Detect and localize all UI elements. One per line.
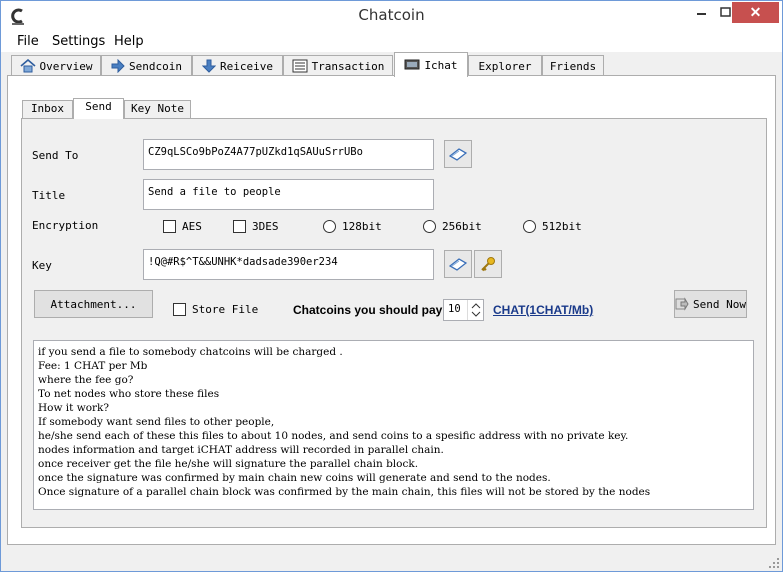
address-book-button[interactable] <box>444 140 472 168</box>
title-label: Title <box>32 189 66 202</box>
note-line: If somebody want send files to other peo… <box>38 416 275 428</box>
tab-friends-label: Friends <box>549 59 597 73</box>
tab-receive-label: Reiceive <box>220 59 273 73</box>
tab-ichat[interactable]: Ichat <box>394 52 468 77</box>
send-now-button[interactable]: Send Now <box>674 290 747 318</box>
512bit-radio[interactable]: 512bit <box>523 220 582 233</box>
menu-settings[interactable]: Settings <box>52 34 105 49</box>
pay-label: Chatcoins you should pay: <box>293 303 447 317</box>
send-to-label: Send To <box>32 149 79 162</box>
subtab-inbox[interactable]: Inbox <box>22 100 73 118</box>
tab-overview[interactable]: Overview <box>11 55 101 76</box>
address-book-icon <box>449 148 467 161</box>
encryption-label: Encryption <box>32 219 99 232</box>
256bit-radio[interactable]: 256bit <box>423 220 482 233</box>
home-icon <box>19 59 36 73</box>
tab-explorer-label: Explorer <box>478 59 532 73</box>
menu-bar: File Settings Help <box>1 32 782 52</box>
tab-explorer[interactable]: Explorer <box>468 55 542 76</box>
tab-transaction[interactable]: Transaction <box>283 55 393 76</box>
tab-sendcoin-label: Sendcoin <box>129 59 182 73</box>
store-file-checkbox-box <box>173 303 186 316</box>
send-to-input[interactable]: CZ9qLSCo9bPoZ4A77pUZkd1qSAUuSrrUBo <box>143 139 434 170</box>
note-line: Once signature of a parallel chain block… <box>38 486 651 498</box>
pay-amount-spinner[interactable]: 10 <box>443 299 484 321</box>
128bit-radio-circle <box>323 220 336 233</box>
store-file-label: Store File <box>192 303 259 316</box>
note-line: How it work? <box>38 402 110 414</box>
menu-help[interactable]: Help <box>114 34 144 49</box>
128bit-label: 128bit <box>342 220 382 233</box>
subtab-key-note[interactable]: Key Note <box>124 100 191 118</box>
512bit-radio-circle <box>523 220 536 233</box>
note-line: Fee: 1 CHAT per Mb <box>38 360 148 372</box>
3des-checkbox[interactable]: 3DES <box>233 220 279 233</box>
note-line: once the signature was confirmed by main… <box>38 472 551 484</box>
128bit-radio[interactable]: 128bit <box>323 220 382 233</box>
512bit-label: 512bit <box>542 220 582 233</box>
minimize-button[interactable] <box>689 2 713 23</box>
note-line: he/she send each of these this files to … <box>38 430 629 442</box>
send-arrow-icon <box>111 59 125 73</box>
address-book-icon <box>449 258 467 271</box>
attachment-button[interactable]: Attachment... <box>34 290 153 318</box>
key-label: Key <box>32 259 52 272</box>
app-window: Chatcoin ✕ File Settings Help Overview S… <box>0 0 783 572</box>
title-input[interactable]: Send a file to people <box>143 179 434 210</box>
subtab-send[interactable]: Send <box>73 98 124 119</box>
tab-friends[interactable]: Friends <box>542 55 604 76</box>
3des-label: 3DES <box>252 220 279 233</box>
send-now-label: Send Now <box>693 297 746 311</box>
resize-grip-icon[interactable] <box>768 557 780 569</box>
spinner-arrows[interactable] <box>467 300 483 320</box>
list-icon <box>292 59 308 73</box>
pay-amount-value: 10 <box>448 303 461 315</box>
send-now-icon <box>675 297 689 311</box>
store-file-checkbox[interactable]: Store File <box>173 303 258 316</box>
aes-label: AES <box>182 220 202 233</box>
aes-checkbox-box <box>163 220 176 233</box>
receive-arrow-icon <box>202 59 216 73</box>
chat-icon <box>404 59 420 70</box>
3des-checkbox-box <box>233 220 246 233</box>
note-line: nodes information and target iCHAT addre… <box>38 444 444 456</box>
note-line: where the fee go? <box>38 374 134 386</box>
note-line: if you send a file to somebody chatcoins… <box>38 346 343 358</box>
aes-checkbox[interactable]: AES <box>163 220 202 233</box>
generate-key-button[interactable] <box>474 250 502 278</box>
pay-rate-link[interactable]: CHAT(1CHAT/Mb) <box>493 303 593 317</box>
title-bar: Chatcoin ✕ <box>1 1 782 32</box>
minimize-icon <box>697 13 706 15</box>
tab-overview-label: Overview <box>39 59 93 73</box>
key-input[interactable]: !Q@#R$^T&&UNHK*dadsade390er234 <box>143 249 434 280</box>
key-book-button[interactable] <box>444 250 472 278</box>
tab-sendcoin[interactable]: Sendcoin <box>101 55 192 76</box>
window-title: Chatcoin <box>358 6 425 24</box>
note-line: once receiver get the file he/she will s… <box>38 458 419 470</box>
key-icon <box>481 257 495 272</box>
status-bar <box>1 550 782 571</box>
note-line: To net nodes who store these files <box>38 388 220 400</box>
close-icon: ✕ <box>749 4 762 20</box>
256bit-radio-circle <box>423 220 436 233</box>
tab-transaction-label: Transaction <box>311 59 385 73</box>
main-tab-strip: Overview Sendcoin Reiceive Transaction I… <box>1 52 782 77</box>
tab-ichat-label: Ichat <box>424 58 458 72</box>
send-info-textarea[interactable]: if you send a file to somebody chatcoins… <box>33 340 754 510</box>
256bit-label: 256bit <box>442 220 482 233</box>
menu-file[interactable]: File <box>17 34 39 49</box>
tab-receive[interactable]: Reiceive <box>192 55 283 76</box>
spinner-up-down-icon <box>471 303 481 317</box>
close-button[interactable]: ✕ <box>732 2 779 23</box>
